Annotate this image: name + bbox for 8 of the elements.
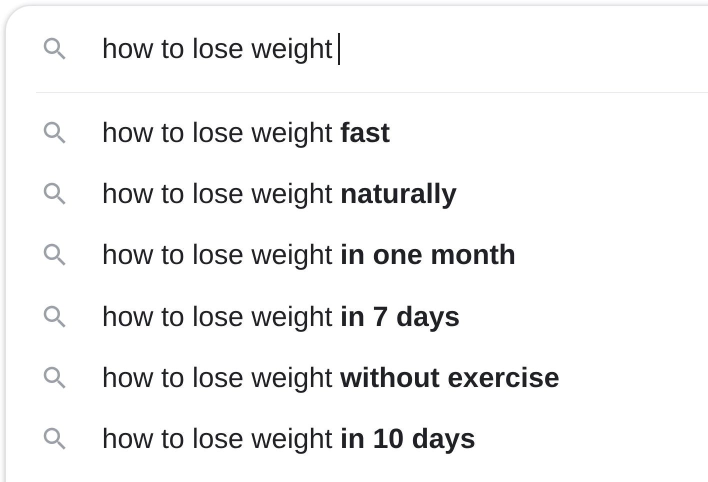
text-cursor <box>338 33 340 65</box>
suggestion-item[interactable]: how to lose weight in one month <box>102 239 516 272</box>
suggestion-item[interactable]: how to lose weight without exercise <box>102 362 560 394</box>
suggestion-item[interactable]: how to lose weight in 7 days <box>102 300 460 333</box>
suggestion-item[interactable]: how to lose weight in 10 days <box>102 423 476 456</box>
search-field[interactable]: how to lose weight <box>102 33 340 65</box>
suggestion-item[interactable]: how to lose weight fast <box>102 116 390 149</box>
suggestion-item[interactable]: how to lose weight naturally <box>102 178 457 210</box>
